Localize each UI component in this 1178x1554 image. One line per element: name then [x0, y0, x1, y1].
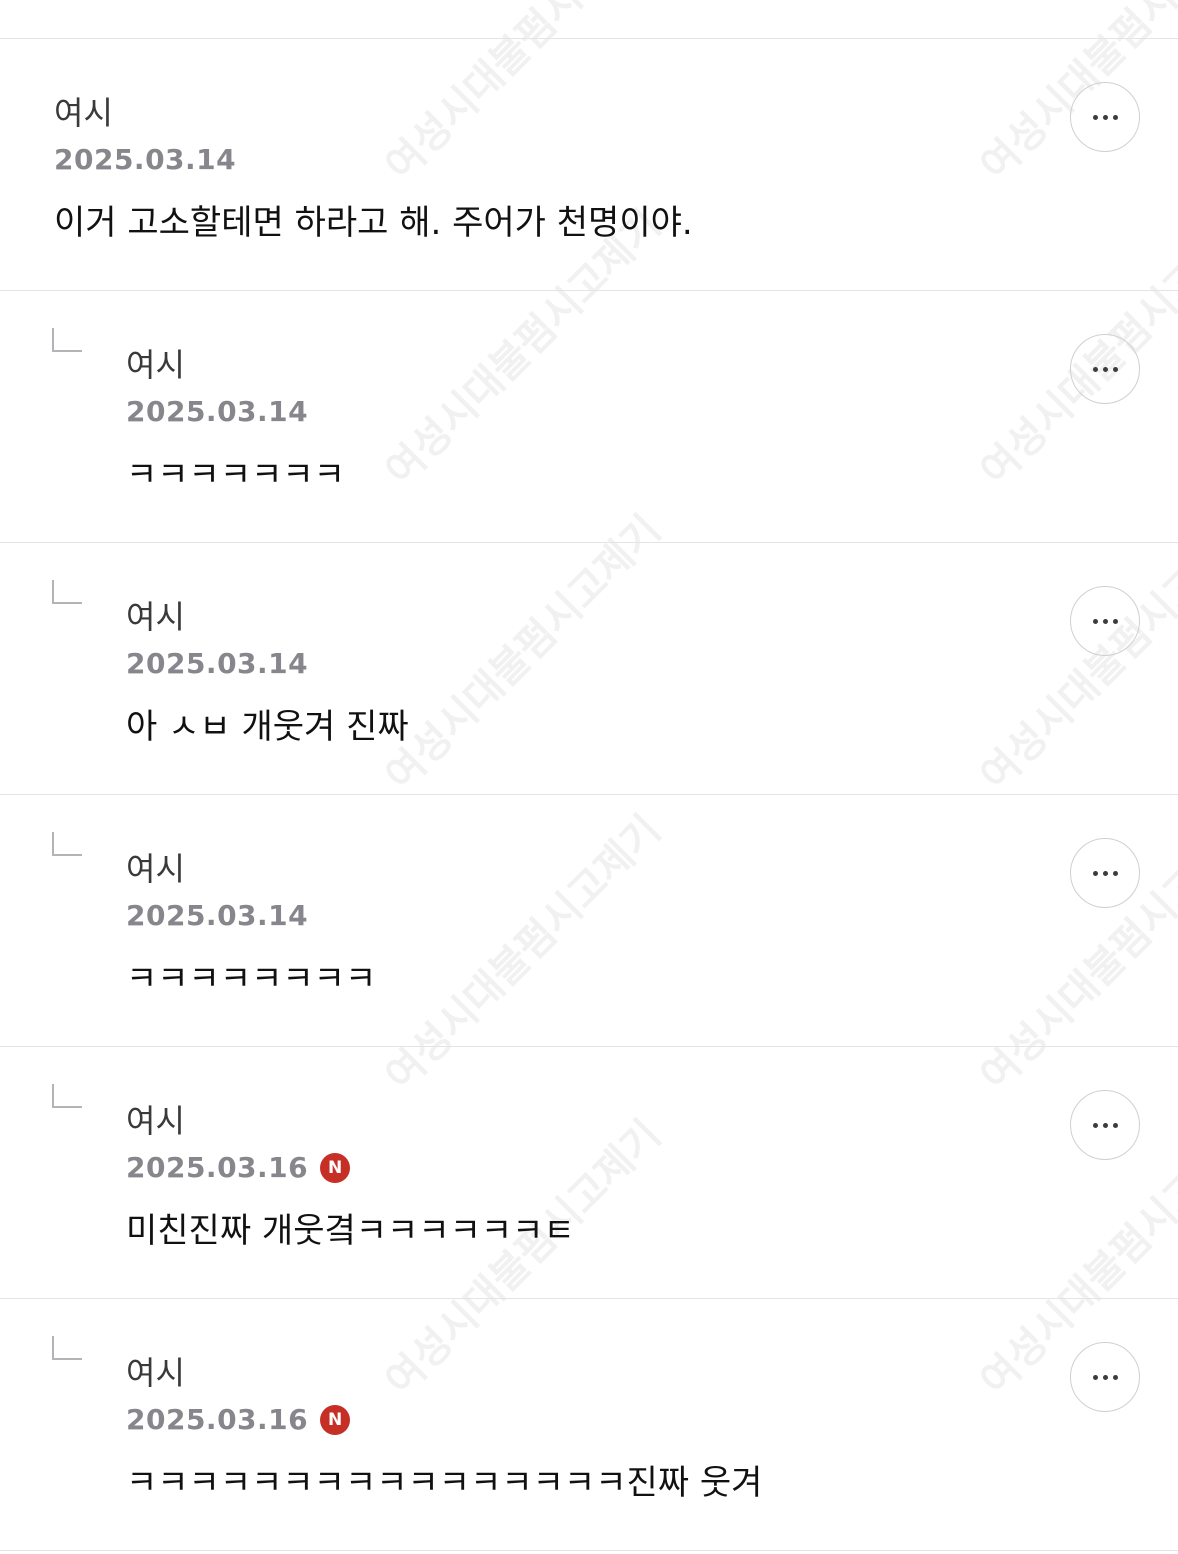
more-options-button[interactable] [1070, 82, 1140, 152]
more-icon [1092, 114, 1118, 120]
reply-item: 여시 2025.03.16 N 미친진짜 개웃곀ㅋㅋㅋㅋㅋㅋㅌ [0, 1047, 1178, 1299]
comment-author[interactable]: 여시 [126, 1101, 185, 1141]
more-options-button[interactable] [1070, 1090, 1140, 1160]
reply-item: 여시 2025.03.16 N ㅋㅋㅋㅋㅋㅋㅋㅋㅋㅋㅋㅋㅋㅋㅋㅋ진짜 웃겨 [0, 1299, 1178, 1551]
more-options-button[interactable] [1070, 334, 1140, 404]
comment-body: 아 ㅅㅂ 개웃겨 진짜 [126, 707, 409, 747]
new-badge-icon: N [320, 1405, 351, 1435]
comment-item: 여시 2025.03.14 이거 고소할테면 하라고 해. 주어가 천명이야. [0, 39, 1178, 291]
reply-item: 여시 2025.03.14 아 ㅅㅂ 개웃겨 진짜 [0, 543, 1178, 795]
comment-date-text: 2025.03.16 [126, 1403, 309, 1436]
comment-date: 2025.03.14 [126, 899, 308, 933]
more-icon [1092, 870, 1118, 876]
comment-date-text: 2025.03.16 [126, 1151, 309, 1184]
comment-date-text: 2025.03.14 [126, 395, 309, 428]
reply-arrow-icon [52, 1336, 82, 1360]
comment-author[interactable]: 여시 [126, 345, 185, 385]
reply-arrow-icon [52, 1084, 82, 1108]
more-icon [1092, 366, 1118, 372]
reply-item: 여시 2025.03.14 ㅋㅋㅋㅋㅋㅋㅋ [0, 291, 1178, 543]
more-options-button[interactable] [1070, 1342, 1140, 1412]
reply-item: 여시 2025.03.14 ㅋㅋㅋㅋㅋㅋㅋㅋ [0, 795, 1178, 1047]
more-icon [1092, 618, 1118, 624]
comment-body: ㅋㅋㅋㅋㅋㅋㅋ [126, 455, 345, 495]
comment-date: 2025.03.14 [126, 647, 308, 681]
reply-arrow-icon [52, 832, 82, 856]
comment-author[interactable]: 여시 [126, 1353, 185, 1393]
new-badge-icon: N [320, 1153, 351, 1183]
comment-author[interactable]: 여시 [54, 93, 113, 133]
reply-arrow-icon [52, 580, 82, 604]
comment-body: 이거 고소할테면 하라고 해. 주어가 천명이야. [54, 203, 693, 243]
more-options-button[interactable] [1070, 838, 1140, 908]
comment-date-text: 2025.03.14 [126, 899, 309, 932]
comment-body: ㅋㅋㅋㅋㅋㅋㅋㅋ [126, 959, 377, 999]
more-icon [1092, 1122, 1118, 1128]
comment-date-text: 2025.03.14 [126, 647, 309, 680]
comment-date-text: 2025.03.14 [54, 143, 237, 176]
comment-body: ㅋㅋㅋㅋㅋㅋㅋㅋㅋㅋㅋㅋㅋㅋㅋㅋ진짜 웃겨 [126, 1463, 763, 1503]
more-options-button[interactable] [1070, 586, 1140, 656]
comment-date: 2025.03.14 [126, 395, 308, 429]
comment-date: 2025.03.14 [54, 143, 236, 177]
comment-body: 미친진짜 개웃곀ㅋㅋㅋㅋㅋㅋㅌ [126, 1211, 575, 1251]
comment-author[interactable]: 여시 [126, 597, 185, 637]
comment-author[interactable]: 여시 [126, 849, 185, 889]
reply-arrow-icon [52, 328, 82, 352]
comment-date: 2025.03.16 N [126, 1403, 351, 1437]
more-icon [1092, 1374, 1118, 1380]
comment-date: 2025.03.16 N [126, 1151, 351, 1185]
